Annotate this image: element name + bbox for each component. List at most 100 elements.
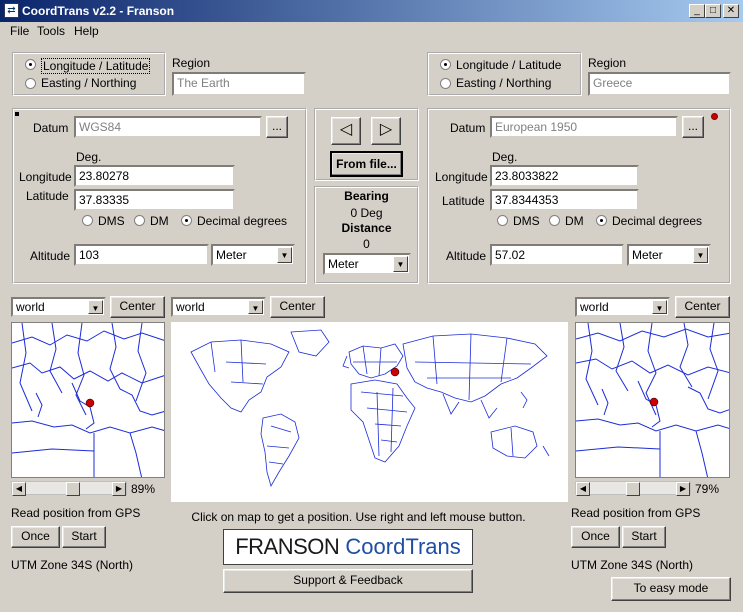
scroll-left-icon[interactable]: ◀ [576, 482, 590, 496]
left-region-field[interactable]: The Earth [172, 72, 306, 96]
chevron-down-icon[interactable]: ▼ [248, 300, 263, 314]
middle-map-select[interactable]: world ▼ [171, 297, 266, 317]
chevron-down-icon[interactable]: ▼ [652, 300, 667, 314]
right-once-button[interactable]: Once [571, 526, 620, 548]
right-decimal-radio[interactable] [596, 215, 607, 226]
chevron-down-icon[interactable]: ▼ [693, 247, 708, 263]
right-deg-label: Deg. [492, 150, 518, 164]
right-datum-browse-button[interactable]: ... [682, 116, 704, 138]
right-easting-radio[interactable] [440, 78, 451, 89]
right-dms-radio[interactable] [497, 215, 508, 226]
left-longitude-input[interactable]: 23.80278 [74, 165, 235, 187]
left-latitude-label: Latitude [26, 189, 69, 203]
distance-unit-select[interactable]: Meter ▼ [323, 253, 411, 275]
close-button[interactable]: ✕ [723, 4, 739, 18]
left-zoom-value: 89% [131, 482, 156, 496]
bearing-value: 0 Deg [350, 206, 383, 220]
minimize-button[interactable]: _ [689, 4, 705, 18]
bearing-label: Bearing [344, 189, 389, 203]
left-dm-label: DM [150, 214, 169, 228]
arrow-left-icon: ◁ [339, 121, 353, 138]
left-zoom-thumb[interactable] [66, 482, 80, 496]
left-altitude-input[interactable]: 103 [74, 244, 209, 266]
left-dms-radio[interactable] [82, 215, 93, 226]
right-zoom-thumb[interactable] [626, 482, 640, 496]
maximize-button[interactable]: □ [705, 4, 721, 18]
menu-help[interactable]: Help [74, 24, 99, 38]
right-status-dot [711, 113, 718, 120]
right-dms-label: DMS [513, 214, 540, 228]
left-gps-label: Read position from GPS [11, 506, 141, 520]
left-map-drawing [12, 323, 164, 477]
world-map-drawing [190, 329, 550, 488]
right-lonlat-radio[interactable] [440, 59, 451, 70]
right-longitude-input[interactable]: 23.8033822 [490, 165, 639, 187]
distance-unit-value: Meter [328, 257, 359, 271]
right-gps-label: Read position from GPS [571, 506, 701, 520]
chevron-down-icon[interactable]: ▼ [88, 300, 103, 314]
right-zoom-scrollbar[interactable]: ◀ ▶ [575, 481, 691, 496]
left-datum-browse-button[interactable]: ... [266, 116, 288, 138]
middle-center-button[interactable]: Center [270, 296, 325, 318]
logo-franson: FRANSON [235, 534, 340, 559]
world-map-marker [390, 367, 400, 377]
map-hint: Click on map to get a position. Use righ… [191, 510, 526, 524]
distance-label: Distance [341, 221, 392, 235]
left-once-button[interactable]: Once [11, 526, 60, 548]
right-altitude-input[interactable]: 57.02 [490, 244, 624, 266]
left-dm-radio[interactable] [134, 215, 145, 226]
easy-mode-button[interactable]: To easy mode [611, 577, 731, 601]
left-lonlat-radio[interactable] [25, 59, 36, 70]
right-dm-radio[interactable] [549, 215, 560, 226]
right-map-drawing [576, 323, 729, 477]
scroll-left-icon[interactable]: ◀ [12, 482, 26, 496]
right-map[interactable] [575, 322, 730, 478]
scroll-right-icon[interactable]: ▶ [112, 482, 126, 496]
left-datum-field[interactable]: WGS84 [74, 116, 262, 138]
right-latitude-input[interactable]: 37.8344353 [490, 189, 639, 211]
left-unit-select[interactable]: Meter ▼ [211, 244, 295, 266]
right-region-field[interactable]: Greece [588, 72, 731, 96]
arrow-right-icon: ▷ [379, 121, 393, 138]
menu-file[interactable]: File [10, 24, 29, 38]
chevron-down-icon[interactable]: ▼ [393, 256, 408, 272]
window-title: CoordTrans v2.2 - Franson [22, 4, 175, 18]
world-map[interactable] [171, 322, 568, 502]
left-dms-label: DMS [98, 214, 125, 228]
from-file-button[interactable]: From file... [330, 151, 403, 177]
right-zoom-value: 79% [695, 482, 720, 496]
left-utm-zone: UTM Zone 34S (North) [11, 558, 134, 572]
right-easting-label: Easting / Northing [456, 76, 552, 90]
convert-left-button[interactable]: ◁ [331, 117, 361, 145]
left-latitude-input[interactable]: 37.83335 [74, 189, 235, 211]
left-map-select[interactable]: world ▼ [11, 297, 106, 317]
scroll-right-icon[interactable]: ▶ [676, 482, 690, 496]
right-unit-select[interactable]: Meter ▼ [627, 244, 711, 266]
menu-tools[interactable]: Tools [37, 24, 65, 38]
convert-right-button[interactable]: ▷ [371, 117, 401, 145]
left-map[interactable] [11, 322, 165, 478]
left-center-button[interactable]: Center [110, 296, 165, 318]
left-longitude-label: Longitude [19, 170, 72, 184]
right-start-button[interactable]: Start [622, 526, 666, 548]
right-region-label: Region [588, 56, 627, 70]
left-zoom-scrollbar[interactable]: ◀ ▶ [11, 481, 127, 496]
support-feedback-button[interactable]: Support & Feedback [223, 569, 473, 593]
right-map-select[interactable]: world ▼ [575, 297, 670, 317]
left-easting-radio[interactable] [25, 78, 36, 89]
menu-bar [0, 22, 743, 40]
left-unit-value: Meter [216, 248, 247, 262]
left-map-select-value: world [16, 300, 45, 314]
right-longitude-label: Longitude [435, 170, 488, 184]
chevron-down-icon[interactable]: ▼ [277, 247, 292, 263]
left-decimal-radio[interactable] [181, 215, 192, 226]
middle-map-select-value: world [176, 300, 205, 314]
left-start-button[interactable]: Start [62, 526, 106, 548]
right-center-button[interactable]: Center [675, 296, 730, 318]
right-dm-label: DM [565, 214, 584, 228]
right-latitude-label: Latitude [442, 194, 485, 208]
right-datum-field[interactable]: European 1950 [490, 116, 678, 138]
left-deg-label: Deg. [76, 150, 102, 164]
right-lonlat-label: Longitude / Latitude [456, 58, 562, 72]
app-icon: ⇄ [4, 3, 19, 18]
